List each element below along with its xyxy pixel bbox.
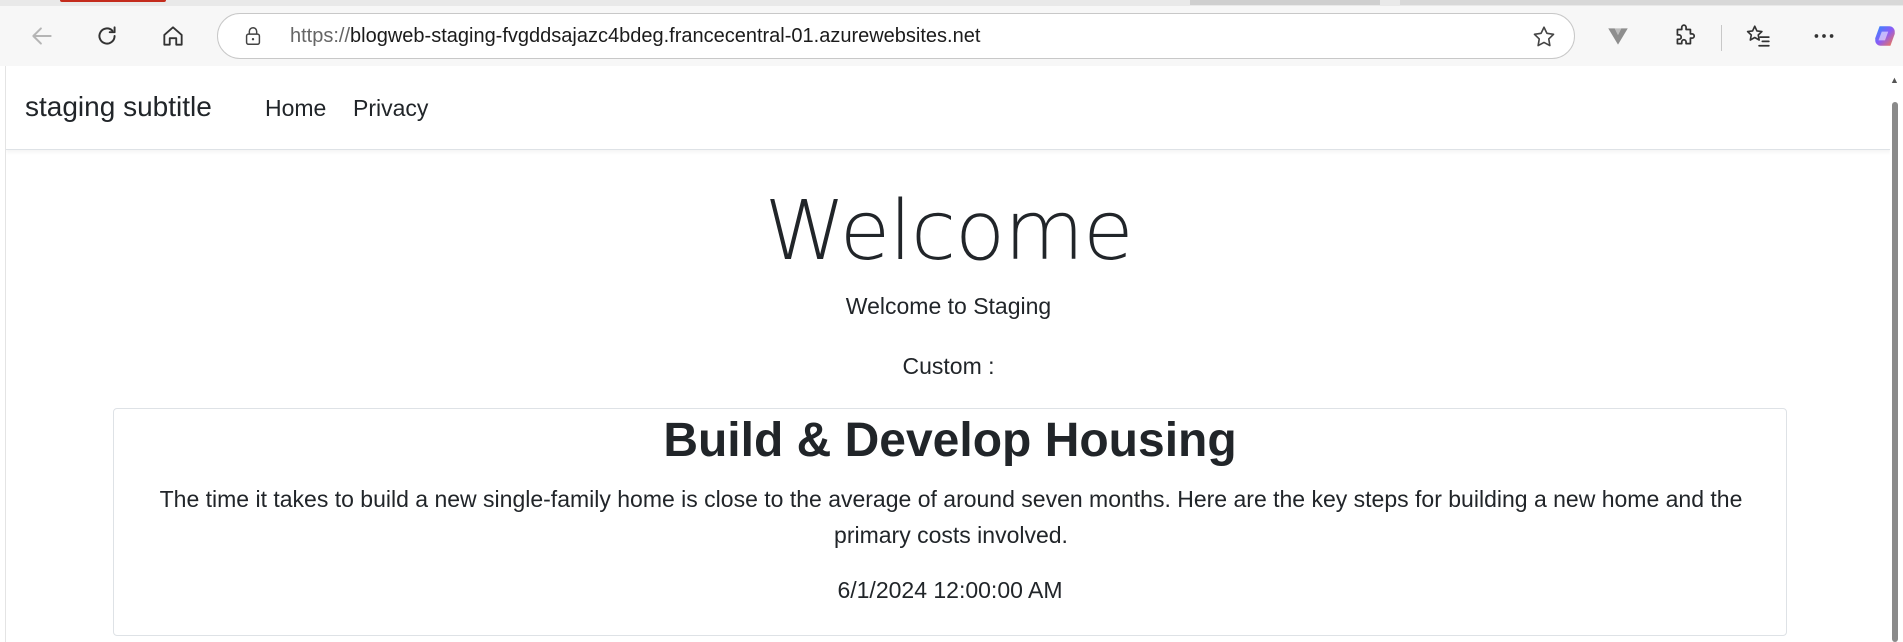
welcome-heading: Welcome <box>764 184 1133 279</box>
custom-label: Custom : <box>902 353 995 379</box>
navbar-brand[interactable]: staging subtitle <box>25 91 212 123</box>
url-text[interactable]: https://blogweb-staging-fvgddsajazc4bdeg… <box>290 25 980 48</box>
tab-edge <box>1400 0 1903 5</box>
home-icon <box>163 26 183 46</box>
refresh-icon <box>98 26 116 45</box>
post-title: Build & Develop Housing <box>663 414 1237 467</box>
url-host: blogweb-staging-fvgddsajazc4bdeg.francec… <box>350 25 981 47</box>
favorites-button[interactable] <box>1738 16 1778 56</box>
scrollbar-thumb[interactable] <box>1892 102 1898 642</box>
more-button[interactable] <box>1804 16 1844 56</box>
refresh-button[interactable] <box>87 16 127 56</box>
extensions-puzzle-icon <box>1676 24 1696 45</box>
favorites-icon <box>1746 25 1770 47</box>
copilot-icon <box>1874 26 1895 46</box>
lock-icon[interactable] <box>242 25 264 47</box>
favorite-star-icon[interactable] <box>1530 23 1558 51</box>
more-icon <box>1814 34 1834 38</box>
tab-edge <box>1190 0 1380 5</box>
page-viewport: staging subtitle Home Privacy Welcome We… <box>5 66 1898 642</box>
extensions-button[interactable] <box>1665 16 1705 56</box>
active-tab-indicator <box>60 0 166 2</box>
post-body: The time it takes to build a new single-… <box>159 486 1743 548</box>
nav-link-home[interactable]: Home <box>265 95 326 122</box>
extension-v-icon <box>1608 28 1628 45</box>
copilot-button[interactable] <box>1866 16 1903 56</box>
site-navbar: staging subtitle Home Privacy <box>6 66 1891 150</box>
nav-link-privacy[interactable]: Privacy <box>353 95 428 122</box>
post-date: 6/1/2024 12:00:00 AM <box>837 577 1063 603</box>
address-bar[interactable]: https://blogweb-staging-fvgddsajazc4bdeg… <box>217 13 1575 59</box>
toolbar-separator <box>1721 25 1722 51</box>
extension-v-button[interactable] <box>1598 16 1638 56</box>
url-protocol: https:// <box>290 25 351 47</box>
browser-toolbar: https://blogweb-staging-fvgddsajazc4bdeg… <box>0 6 1903 66</box>
back-icon <box>32 27 52 45</box>
post-card: Build & Develop Housing The time it take… <box>113 408 1787 636</box>
vertical-scrollbar[interactable]: ▲ <box>1890 66 1898 642</box>
scroll-up-arrow-icon[interactable]: ▲ <box>1890 76 1898 85</box>
welcome-subheading: Welcome to Staging <box>845 293 1052 319</box>
home-button[interactable] <box>153 16 193 56</box>
back-button[interactable] <box>22 16 62 56</box>
